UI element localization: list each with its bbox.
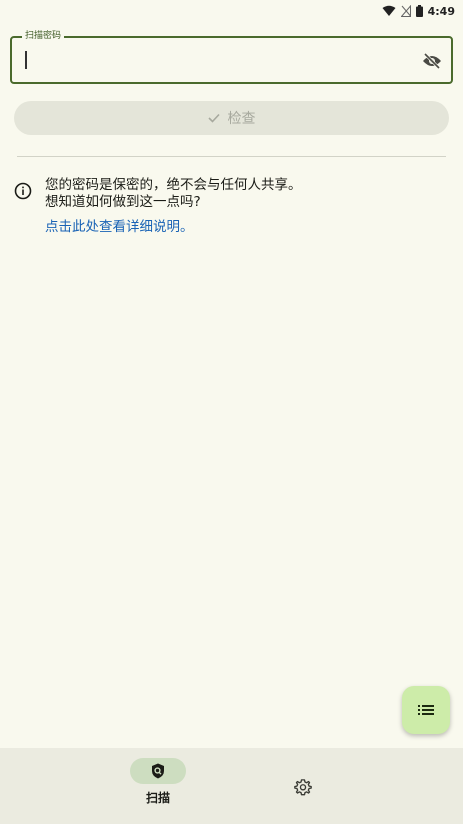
- bottom-navigation: 扫描: [0, 748, 463, 824]
- text-cursor: [25, 51, 27, 69]
- no-signal-icon: [400, 5, 411, 17]
- list-icon: [418, 705, 434, 715]
- gear-icon: [294, 779, 312, 796]
- details-link[interactable]: 点击此处查看详细说明。: [45, 219, 194, 236]
- checkmark-icon: [207, 113, 220, 123]
- battery-icon: [415, 5, 423, 17]
- list-fab-button[interactable]: [402, 686, 450, 734]
- wifi-icon: [382, 5, 396, 16]
- status-time: 4:49: [427, 4, 455, 18]
- nav-item-settings[interactable]: [291, 775, 315, 799]
- toggle-visibility-button[interactable]: [421, 50, 443, 72]
- nav-item-scan-indicator: [130, 758, 186, 784]
- password-field-label: 扫描密码: [22, 30, 65, 42]
- status-bar: 4:49: [0, 0, 463, 22]
- info-icon: [14, 182, 32, 200]
- check-button-label: 检查: [227, 111, 256, 127]
- nav-item-scan-label: 扫描: [145, 791, 170, 805]
- password-input[interactable]: [24, 50, 418, 72]
- privacy-notice-line1: 您的密码是保密的，绝不会与任何人共享。: [45, 177, 302, 193]
- password-field[interactable]: 扫描密码: [10, 30, 453, 84]
- eye-off-icon: [423, 53, 441, 69]
- nav-item-scan[interactable]: 扫描: [130, 758, 186, 814]
- privacy-notice-line2: 想知道如何做到这一点吗?: [45, 194, 201, 210]
- shield-search-icon: [152, 763, 164, 779]
- check-button[interactable]: 检查: [14, 101, 449, 135]
- divider: [17, 156, 446, 157]
- privacy-notice: 您的密码是保密的，绝不会与任何人共享。 想知道如何做到这一点吗?: [45, 177, 302, 211]
